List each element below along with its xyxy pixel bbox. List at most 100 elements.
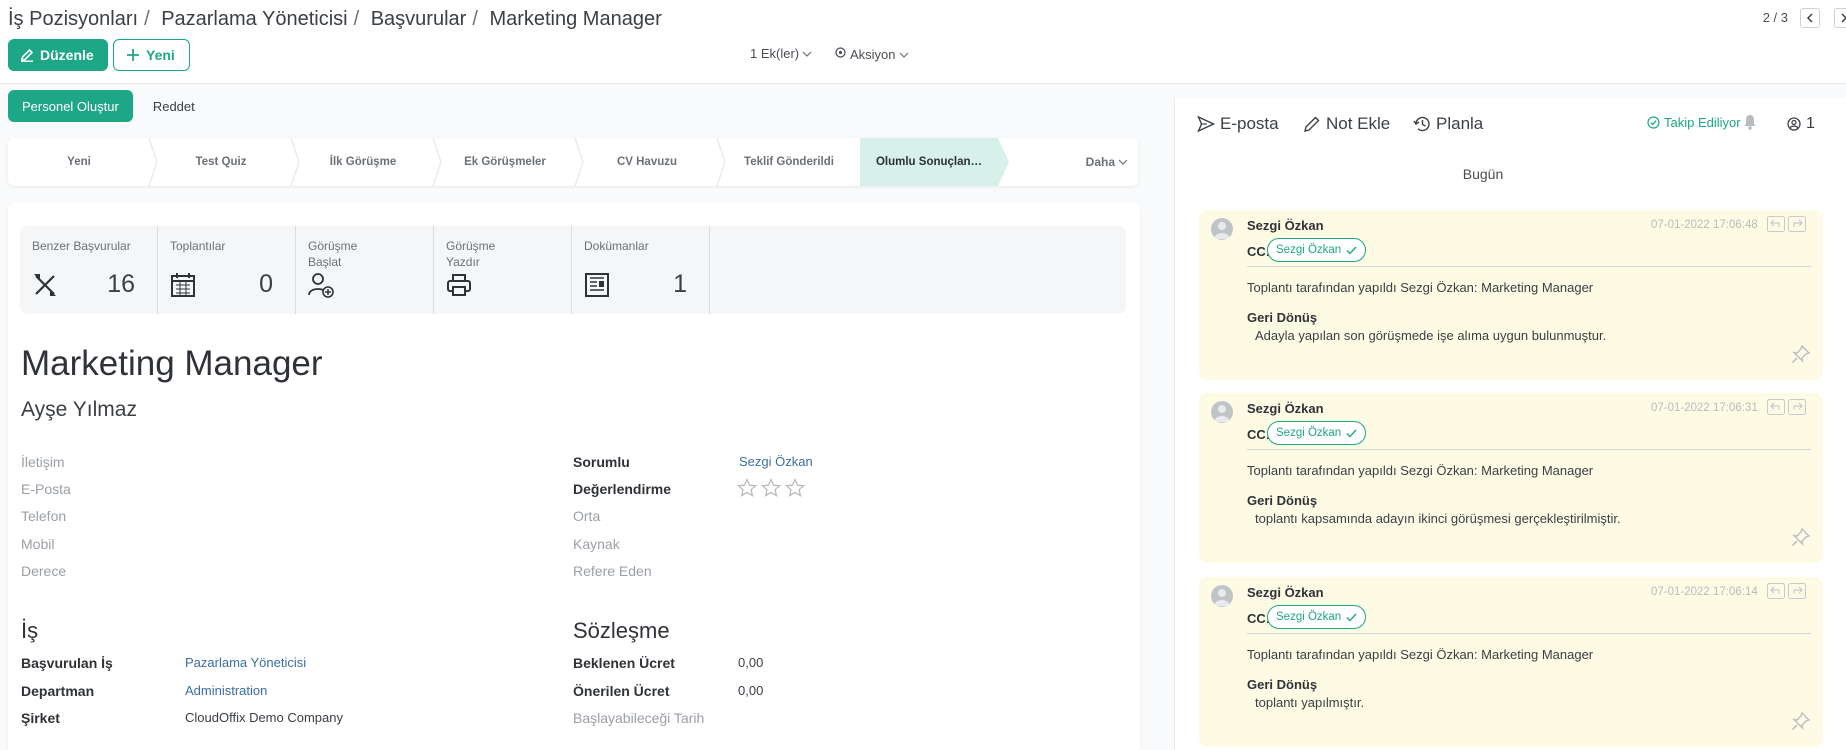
avatar[interactable]: [1211, 585, 1233, 607]
message-author[interactable]: Sezgi Özkan: [1247, 401, 1324, 416]
message-date: 07-01-2022 17:06:14: [1651, 586, 1758, 598]
stage-cv-pool[interactable]: CV Havuzu: [576, 138, 726, 186]
followers-button[interactable]: 1: [1787, 115, 1815, 133]
plus-icon: [126, 48, 140, 62]
refuse-button[interactable]: Reddet: [141, 90, 207, 122]
field-label-availability: Başlayabileceği Tarih: [573, 710, 705, 726]
edit-button[interactable]: Düzenle: [8, 39, 108, 71]
star-icon[interactable]: [761, 478, 781, 498]
user-circle-icon: [1787, 117, 1801, 131]
pager-next-button[interactable]: [1834, 8, 1846, 28]
chevron-down-icon: [802, 46, 812, 61]
field-label-medium: Orta: [573, 508, 601, 524]
field-label-rating: Değerlendirme: [573, 481, 672, 497]
applicant-name[interactable]: Ayşe Yılmaz: [21, 398, 137, 422]
section-title-contract: Sözleşme: [573, 618, 670, 643]
field-label-responsible: Sorumlu: [573, 454, 630, 470]
field-label-department: Departman: [21, 683, 95, 699]
expected-salary-value[interactable]: 0,00: [738, 655, 763, 670]
chevron-down-icon: [899, 47, 909, 62]
pager-previous-button[interactable]: [1800, 8, 1820, 28]
forward-icon[interactable]: [1788, 399, 1806, 415]
reply-icon[interactable]: [1767, 216, 1785, 232]
breadcrumb-item-applications[interactable]: Başvurular: [371, 8, 467, 30]
edit-button-label: Düzenle: [40, 47, 94, 63]
smart-button-meetings[interactable]: Toplantılar 0: [158, 226, 296, 314]
chatter-message: Sezgi Özkan 07-01-2022 17:06:14 CC: Sezg…: [1199, 577, 1823, 747]
message-author[interactable]: Sezgi Özkan: [1247, 218, 1324, 233]
reply-icon[interactable]: [1767, 583, 1785, 599]
field-label-proposed-salary: Önerilen Ücret: [573, 683, 670, 699]
forward-icon[interactable]: [1788, 583, 1806, 599]
check-icon: [1346, 613, 1357, 622]
cc-recipient-tag[interactable]: Sezgi Özkan: [1267, 605, 1367, 629]
cc-recipient-tag[interactable]: Sezgi Özkan: [1267, 421, 1367, 445]
department-value[interactable]: Administration: [185, 683, 267, 698]
breadcrumb: İş Pozisyonları / Pazarlama Yöneticisi / B…: [8, 8, 662, 30]
pager-value[interactable]: 2 / 3: [1763, 10, 1788, 25]
feedback-text: toplantı yapılmıştır.: [1255, 695, 1365, 710]
chatter-panel: E-posta Not Ekle Planla Takip Ediliyor 1…: [1174, 98, 1846, 750]
print-icon: [446, 272, 472, 301]
stage-positive-result[interactable]: Olumlu Sonuçlan…: [860, 138, 998, 186]
pin-icon[interactable]: [1791, 527, 1811, 550]
breadcrumb-item-current: Marketing Manager: [489, 8, 662, 30]
stage-extra-interviews[interactable]: Ek Görüşmeler: [434, 138, 584, 186]
message-actions: [1767, 583, 1806, 599]
smart-button-similar-applications[interactable]: Benzer Başvurular 16: [20, 226, 158, 314]
send-email-button[interactable]: E-posta: [1197, 114, 1279, 134]
applied-job-value[interactable]: Pazarlama Yöneticisi: [185, 655, 306, 670]
stage-offer-sent[interactable]: Teklif Gönderildi: [718, 138, 860, 186]
smart-button-documents[interactable]: Dokümanlar 1: [572, 226, 710, 314]
proposed-salary-value[interactable]: 0,00: [738, 683, 763, 698]
feedback-label: Geri Dönüş: [1247, 493, 1318, 508]
pin-icon[interactable]: [1791, 344, 1811, 367]
schedule-activity-button[interactable]: Planla: [1413, 114, 1483, 134]
reply-icon[interactable]: [1767, 399, 1785, 415]
field-label-mobile: Mobil: [21, 536, 55, 552]
message-author[interactable]: Sezgi Özkan: [1247, 585, 1324, 600]
stage-first-interview[interactable]: İlk Görüşme: [292, 138, 442, 186]
new-button[interactable]: Yeni: [113, 39, 190, 71]
avatar[interactable]: [1211, 401, 1233, 423]
log-note-button[interactable]: Not Ekle: [1303, 114, 1390, 134]
stage-more-dropdown[interactable]: Daha: [1086, 138, 1128, 186]
message-body: Toplantı tarafından yapıldı Sezgi Özkan:…: [1247, 647, 1594, 662]
breadcrumb-item-job-positions[interactable]: İş Pozisyonları: [8, 8, 138, 30]
responsible-value[interactable]: Sezgi Özkan: [739, 454, 813, 469]
history-icon: [1413, 116, 1430, 132]
attachments-dropdown[interactable]: 1 Ek(ler): [750, 46, 812, 61]
message-actions: [1767, 399, 1806, 415]
field-label-expected-salary: Beklenen Ücret: [573, 655, 675, 671]
control-panel: İş Pozisyonları / Pazarlama Yöneticisi / B…: [0, 0, 1846, 84]
smart-buttons: Benzer Başvurular 16 Toplantılar 0 Görüş…: [20, 226, 1126, 314]
star-icon[interactable]: [785, 478, 805, 498]
document-icon: [584, 272, 610, 301]
status-actions: Personel Oluştur Reddet: [8, 90, 207, 122]
action-dropdown[interactable]: Aksiyon: [834, 46, 909, 62]
field-label-referrer: Refere Eden: [573, 563, 652, 579]
feedback-text: toplantı kapsamında adayın ikinci görüşm…: [1255, 511, 1621, 526]
feedback-label: Geri Dönüş: [1247, 677, 1318, 692]
record-title[interactable]: Marketing Manager: [21, 344, 323, 384]
breadcrumb-item-job[interactable]: Pazarlama Yöneticisi: [161, 8, 347, 30]
pin-icon[interactable]: [1791, 711, 1811, 734]
avatar[interactable]: [1211, 218, 1233, 240]
following-button[interactable]: Takip Ediliyor: [1647, 115, 1741, 130]
company-value[interactable]: CloudOffix Demo Company: [185, 710, 343, 725]
field-label-source: Kaynak: [573, 536, 620, 552]
smart-button-start-interview[interactable]: Görüşme Başlat: [296, 226, 434, 314]
create-employee-button[interactable]: Personel Oluştur: [8, 90, 133, 122]
field-label-company: Şirket: [21, 710, 60, 726]
star-icon[interactable]: [737, 478, 757, 498]
forward-icon[interactable]: [1788, 216, 1806, 232]
rating-stars: [737, 478, 805, 498]
stage-active-arrow: [998, 138, 1009, 186]
bell-icon[interactable]: [1743, 114, 1757, 133]
cc-recipient-tag[interactable]: Sezgi Özkan: [1267, 238, 1367, 262]
smart-button-print-interview[interactable]: Görüşme Yazdır: [434, 226, 572, 314]
stage-test-quiz[interactable]: Test Quiz: [150, 138, 300, 186]
field-label-email: E-Posta: [21, 481, 71, 497]
stage-bar: Yeni Test Quiz İlk Görüşme Ek Görüşmeler…: [8, 138, 1138, 186]
stage-new[interactable]: Yeni: [8, 138, 158, 186]
